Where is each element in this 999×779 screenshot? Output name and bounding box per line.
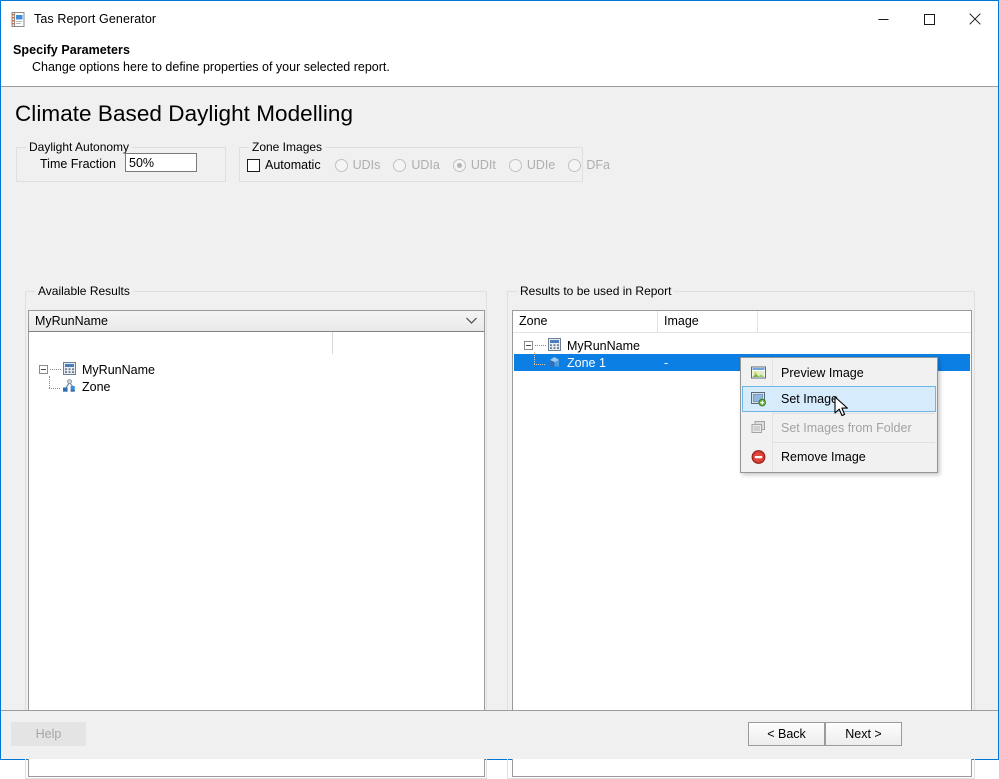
radio-udie-label: UDIe xyxy=(526,158,556,172)
radio-circle-icon xyxy=(508,158,522,172)
zone-images-options-row: Automatic UDIs UDIa UDIt UDIe DFa xyxy=(247,154,623,176)
run-select-value: MyRunName xyxy=(35,314,108,328)
menu-item-label: Remove Image xyxy=(781,450,866,464)
next-button[interactable]: Next > xyxy=(825,722,902,746)
tree-item-myrunname[interactable]: MyRunName xyxy=(39,361,155,378)
tree-connector-elbow xyxy=(533,351,546,370)
radio-dfa[interactable]: DFa xyxy=(568,158,610,172)
zone-node-icon xyxy=(62,378,77,396)
time-fraction-label: Time Fraction xyxy=(40,157,116,171)
report-row-myrunname[interactable]: MyRunName xyxy=(524,337,640,354)
wizard-header-subtitle: Change options here to define properties… xyxy=(32,60,390,74)
automatic-checkbox-label: Automatic xyxy=(265,158,321,172)
wizard-header-title: Specify Parameters xyxy=(13,43,130,57)
zone-images-group-label: Zone Images xyxy=(249,140,326,154)
available-results-group-label: Available Results xyxy=(35,284,133,298)
help-button[interactable]: Help xyxy=(11,722,86,746)
radio-udis[interactable]: UDIs xyxy=(334,158,381,172)
radio-circle-icon xyxy=(393,158,407,172)
context-menu-separator xyxy=(772,442,935,443)
wizard-header: Specify Parameters Change options here t… xyxy=(1,37,998,87)
radio-circle-icon xyxy=(334,158,348,172)
report-row-label: MyRunName xyxy=(567,338,640,353)
caption-buttons xyxy=(860,1,998,37)
report-row-zone-1-content: Zone 1 xyxy=(524,351,606,372)
menu-item-label: Preview Image xyxy=(781,366,864,380)
run-select[interactable]: MyRunName xyxy=(28,310,485,332)
daylight-autonomy-group-label: Daylight Autonomy xyxy=(26,140,133,154)
application-window: Tas Report Generator Specify Parameters … xyxy=(0,0,999,779)
wizard-footer: Help < Back Next > xyxy=(1,710,998,759)
calculator-run-icon xyxy=(62,361,77,379)
tree-column-divider xyxy=(332,332,333,354)
automatic-checkbox[interactable]: Automatic xyxy=(247,158,321,172)
radio-udia-label: UDIa xyxy=(411,158,440,172)
tree-connector-line xyxy=(50,368,61,371)
radio-circle-icon xyxy=(568,158,582,172)
wizard-body: Climate Based Daylight Modelling Dayligh… xyxy=(1,87,998,779)
title-bar[interactable]: Tas Report Generator xyxy=(1,1,998,37)
report-row-label: Zone 1 xyxy=(567,355,606,370)
context-menu[interactable]: Preview Image Set Image Set Images from … xyxy=(740,357,938,473)
remove-image-icon xyxy=(743,449,773,465)
tree-connector-line xyxy=(535,344,546,347)
column-header-zone[interactable]: Zone xyxy=(513,311,658,332)
radio-udie[interactable]: UDIe xyxy=(508,158,556,172)
collapse-expander-icon[interactable] xyxy=(524,341,533,350)
report-document-icon xyxy=(10,11,27,28)
radio-udia[interactable]: UDIa xyxy=(393,158,440,172)
zone-images-group: Zone Images Automatic UDIs UDIa UDIt UDI… xyxy=(239,140,610,182)
window-title: Tas Report Generator xyxy=(34,12,157,26)
set-images-folder-icon xyxy=(743,420,773,436)
set-image-icon xyxy=(743,391,773,407)
radio-udis-label: UDIs xyxy=(352,158,381,172)
chevron-down-icon xyxy=(465,314,478,328)
page-title: Climate Based Daylight Modelling xyxy=(15,101,354,126)
tree-item-label: MyRunName xyxy=(82,362,155,377)
menu-item-remove-image[interactable]: Remove Image xyxy=(742,444,936,470)
maximize-button[interactable] xyxy=(906,1,952,37)
tree-connector-elbow xyxy=(48,375,61,394)
radio-circle-selected-icon xyxy=(452,158,466,172)
column-header-filler xyxy=(758,311,971,332)
menu-item-label: Set Image xyxy=(781,392,838,406)
daylight-autonomy-group: Daylight Autonomy Time Fraction xyxy=(16,140,226,182)
report-results-column-headers: Zone Image xyxy=(513,311,971,333)
column-header-image[interactable]: Image xyxy=(658,311,758,332)
time-fraction-input[interactable] xyxy=(125,153,197,172)
available-results-group: Available Results MyRunName MyRunName Zo… xyxy=(25,284,487,779)
radio-dfa-label: DFa xyxy=(586,158,610,172)
collapse-expander-icon[interactable] xyxy=(39,365,48,374)
tree-item-zone[interactable]: Zone xyxy=(39,375,111,396)
menu-item-preview-image[interactable]: Preview Image xyxy=(742,360,936,386)
report-results-group-label: Results to be used in Report xyxy=(517,284,675,298)
tree-item-label: Zone xyxy=(82,379,111,394)
preview-image-icon xyxy=(743,365,773,381)
zone-block-icon xyxy=(547,354,562,372)
menu-item-set-image[interactable]: Set Image xyxy=(742,386,936,412)
title-bar-left: Tas Report Generator xyxy=(1,11,156,28)
context-menu-separator xyxy=(772,413,935,414)
radio-udit[interactable]: UDIt xyxy=(452,158,496,172)
back-button[interactable]: < Back xyxy=(748,722,825,746)
close-button[interactable] xyxy=(952,1,998,37)
radio-udit-label: UDIt xyxy=(470,158,496,172)
report-row-image-value: - xyxy=(664,355,669,370)
minimize-button[interactable] xyxy=(860,1,906,37)
menu-item-label: Set Images from Folder xyxy=(781,421,912,435)
menu-item-set-images-from-folder[interactable]: Set Images from Folder xyxy=(742,415,936,441)
calculator-run-icon xyxy=(547,337,562,355)
checkbox-box-icon xyxy=(247,158,260,172)
